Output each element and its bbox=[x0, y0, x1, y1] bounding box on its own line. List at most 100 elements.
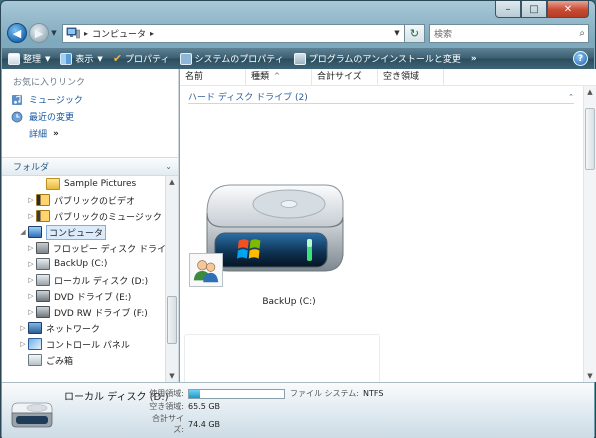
properties-check-icon: ✔ bbox=[112, 52, 123, 65]
tree-expander[interactable]: ▷ bbox=[26, 260, 36, 268]
help-icon: ? bbox=[577, 53, 584, 64]
column-header-type[interactable]: 種類 ^ bbox=[246, 69, 312, 85]
music-icon bbox=[12, 94, 22, 105]
uninstall-programs-button[interactable]: プログラムのアンインストールと変更 bbox=[293, 52, 461, 65]
scroll-up-arrow[interactable]: ▲ bbox=[584, 88, 596, 96]
tree-expander[interactable]: ▷ bbox=[26, 196, 36, 204]
chevron-down-icon: ▼ bbox=[97, 54, 103, 63]
tree-item-control-panel[interactable]: ▷ コントロール パネル bbox=[2, 336, 166, 352]
scrollbar-thumb[interactable] bbox=[167, 296, 177, 344]
tree-expander[interactable]: ▷ bbox=[26, 308, 36, 316]
tree-item-public-music[interactable]: ▷ パブリックのミュージック bbox=[2, 208, 166, 224]
favorite-link-recent-changes[interactable]: 最近の変更 bbox=[2, 108, 178, 125]
scroll-up-arrow[interactable]: ▲ bbox=[166, 178, 178, 186]
search-icon[interactable]: ⌕ bbox=[579, 28, 585, 39]
maximize-button[interactable]: □ bbox=[521, 1, 547, 18]
tree-item-sample-pictures[interactable]: Sample Pictures bbox=[2, 176, 166, 192]
address-history-dropdown[interactable]: ▼ bbox=[390, 29, 404, 37]
details-total-size-row: 合計サイズ: 74.4 GB bbox=[152, 414, 221, 434]
chevron-down-icon: ⌄ bbox=[165, 162, 172, 171]
system-properties-button[interactable]: システムのプロパティ bbox=[179, 52, 284, 65]
favorite-link-music[interactable]: ミュージック bbox=[2, 91, 178, 108]
breadcrumb-separator[interactable]: ▸ bbox=[150, 29, 154, 38]
chevron-down-icon: ▼ bbox=[45, 54, 51, 63]
group-header-hard-disks[interactable]: ハード ディスク ドライブ (2) ⌃ bbox=[188, 90, 574, 104]
column-header-name[interactable]: 名前 bbox=[180, 69, 246, 85]
forward-button[interactable]: ▶ bbox=[29, 23, 49, 43]
hard-disk-small-icon bbox=[11, 402, 53, 428]
content-pane: 名前 種類 ^ 合計サイズ 空き領域 ハード ディスク ドライブ (2) ⌃ B… bbox=[180, 69, 596, 382]
computer-icon bbox=[28, 226, 42, 238]
tree-item-public-videos[interactable]: ▷ パブリックのビデオ bbox=[2, 192, 166, 208]
sort-indicator-icon: ^ bbox=[274, 72, 280, 80]
organize-button[interactable]: 整理 ▼ bbox=[8, 52, 50, 65]
drive-item-label: BackUp (C:) bbox=[262, 297, 316, 307]
tree-expander[interactable]: ▷ bbox=[26, 276, 36, 284]
explorer-window: – □ ✕ ◀ ▶ ▼ ▸ コンピュータ ▸ ▼ ↻ 検索 ⌕ 整理 ▼ 表示 … bbox=[0, 0, 596, 438]
breadcrumb-computer[interactable]: コンピュータ bbox=[92, 27, 146, 40]
scroll-down-arrow[interactable]: ▼ bbox=[166, 372, 178, 380]
close-button[interactable]: ✕ bbox=[547, 1, 589, 18]
computer-small-icon bbox=[66, 27, 80, 39]
folder-icon bbox=[46, 178, 60, 190]
favorite-links-more[interactable]: 詳細 » bbox=[2, 125, 178, 142]
tree-item-floppy[interactable]: ▷ フロッピー ディスク ドライ bbox=[2, 240, 166, 256]
tree-item-local-disk-d[interactable]: ▷ ローカル ディスク (D:) bbox=[2, 272, 166, 288]
tree-expander[interactable]: ▷ bbox=[18, 340, 28, 348]
minimize-button[interactable]: – bbox=[495, 1, 521, 18]
column-header-free-space[interactable]: 空き領域 bbox=[378, 69, 444, 85]
hard-disk-icon bbox=[36, 258, 50, 270]
details-pane: ローカル ディスク (D:) 使用領域: ファイル システム: NTFS 空き領域… bbox=[2, 382, 594, 438]
tree-item-network[interactable]: ▷ ネットワーク bbox=[2, 320, 166, 336]
scrollbar-thumb[interactable] bbox=[585, 108, 595, 170]
column-header-total-size[interactable]: 合計サイズ bbox=[312, 69, 378, 85]
back-arrow-icon: ◀ bbox=[12, 26, 22, 40]
recycle-bin-icon bbox=[28, 354, 42, 366]
control-panel-icon bbox=[28, 338, 42, 350]
command-bar: 整理 ▼ 表示 ▼ ✔ プロパティ システムのプロパティ プログラムのアンインストー… bbox=[2, 48, 594, 69]
tree-expander[interactable]: ▷ bbox=[26, 292, 36, 300]
folders-header[interactable]: フォルダ ⌄ bbox=[2, 157, 178, 176]
views-button[interactable]: 表示 ▼ bbox=[60, 52, 103, 65]
views-icon bbox=[60, 52, 73, 65]
help-button[interactable]: ? bbox=[573, 51, 588, 66]
column-headers: 名前 種類 ^ 合計サイズ 空き領域 bbox=[180, 69, 596, 86]
tree-expander[interactable]: ◢ bbox=[18, 228, 28, 236]
tree-expander[interactable]: ▷ bbox=[26, 212, 36, 220]
tree-item-recycle-bin[interactable]: ごみ箱 bbox=[2, 352, 166, 368]
scroll-down-arrow[interactable]: ▼ bbox=[584, 372, 596, 380]
drive-item-backup-c[interactable]: BackUp (C:) bbox=[189, 177, 347, 317]
details-free-space-row: 空き領域: 65.5 GB bbox=[149, 402, 221, 411]
tree-item-computer[interactable]: ◢ コンピュータ bbox=[2, 224, 166, 240]
double-chevron-icon: » bbox=[53, 128, 59, 139]
music-folder-icon bbox=[36, 210, 50, 222]
dvd-drive-icon bbox=[36, 290, 50, 302]
content-scrollbar[interactable]: ▲ ▼ bbox=[583, 86, 596, 382]
address-bar[interactable]: ▸ コンピュータ ▸ ▼ bbox=[62, 23, 405, 43]
recent-pages-dropdown[interactable]: ▼ bbox=[49, 29, 59, 37]
search-input[interactable]: 検索 ⌕ bbox=[429, 23, 589, 43]
refresh-button[interactable]: ↻ bbox=[405, 23, 425, 43]
refresh-icon: ↻ bbox=[409, 26, 420, 40]
floppy-drive-icon bbox=[35, 242, 49, 254]
folder-tree-scrollbar[interactable]: ▲ ▼ bbox=[165, 176, 178, 382]
space-usage-fill bbox=[189, 389, 201, 398]
back-button[interactable]: ◀ bbox=[7, 23, 27, 43]
breadcrumb-separator[interactable]: ▸ bbox=[84, 29, 88, 38]
more-commands-button[interactable]: » bbox=[471, 54, 477, 64]
details-used-space-row: 使用領域: ファイル システム: NTFS bbox=[149, 388, 384, 399]
tree-item-dvd-e[interactable]: ▷ DVD ドライブ (E:) bbox=[2, 288, 166, 304]
tree-expander[interactable]: ▷ bbox=[18, 324, 28, 332]
tree-item-dvd-rw-f[interactable]: ▷ DVD RW ドライブ (F:) bbox=[2, 304, 166, 320]
space-usage-bar bbox=[188, 388, 285, 399]
network-icon bbox=[28, 322, 42, 334]
tree-item-backup-c[interactable]: ▷ BackUp (C:) bbox=[2, 256, 166, 272]
tree-expander[interactable]: ▷ bbox=[26, 244, 36, 252]
forward-arrow-icon: ▶ bbox=[34, 26, 44, 40]
search-placeholder: 検索 bbox=[434, 29, 453, 40]
collapse-group-icon[interactable]: ⌃ bbox=[568, 93, 574, 101]
favorite-links-header: お気に入りリンク bbox=[13, 78, 86, 88]
navigation-bar: ◀ ▶ ▼ ▸ コンピュータ ▸ ▼ ↻ 検索 ⌕ bbox=[7, 21, 589, 45]
properties-button[interactable]: ✔ プロパティ bbox=[113, 52, 170, 65]
shared-users-icon bbox=[189, 253, 223, 287]
